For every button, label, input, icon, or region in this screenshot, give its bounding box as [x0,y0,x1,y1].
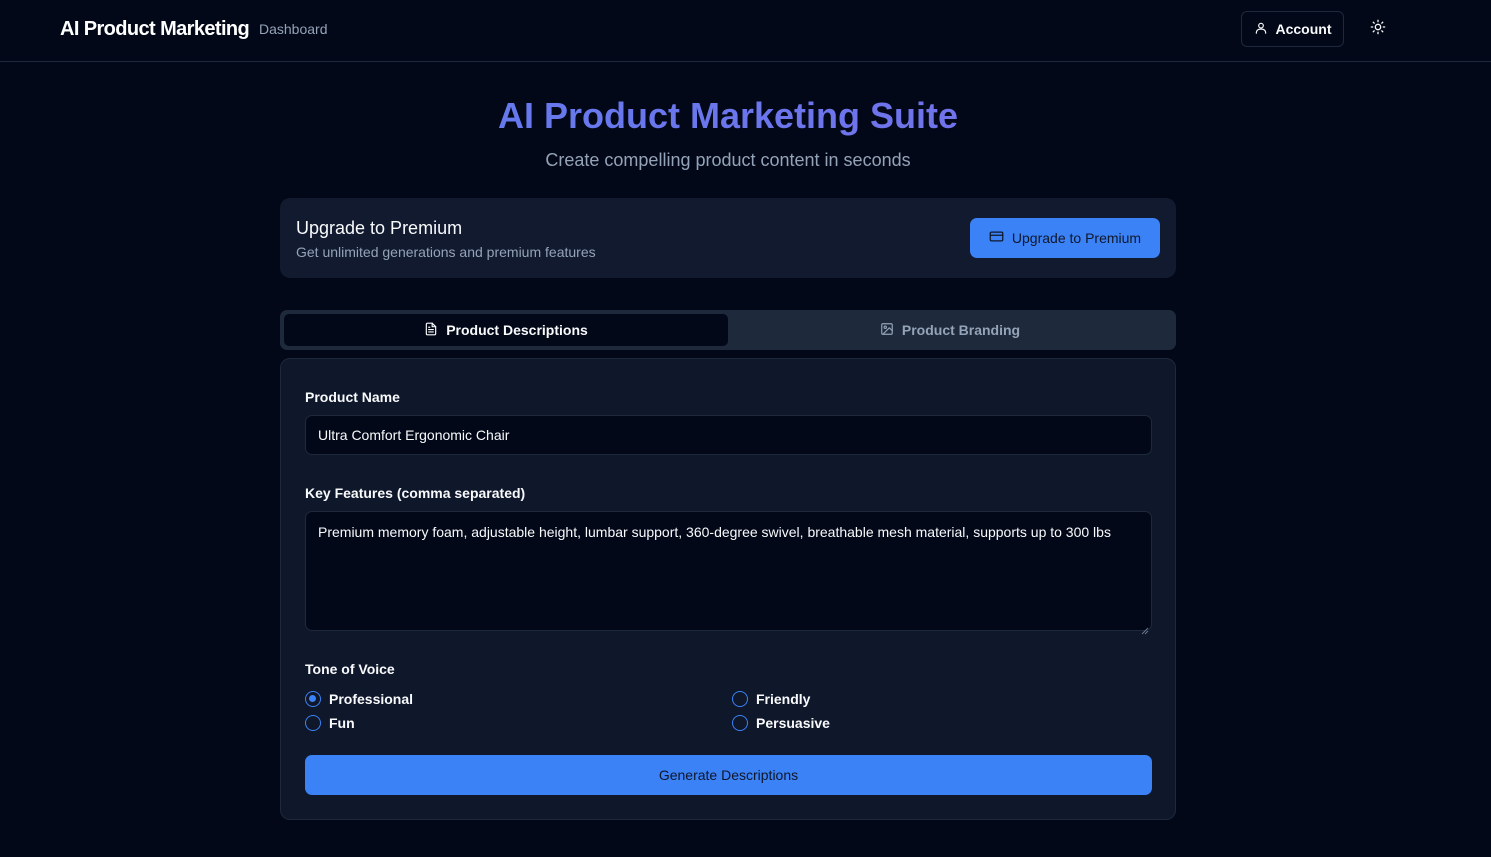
key-features-textarea[interactable]: Premium memory foam, adjustable height, … [305,511,1152,635]
radio-friendly[interactable]: Friendly [732,691,810,707]
top-navbar: AI Product Marketing Dashboard Account [0,0,1491,62]
key-features-value: Premium memory foam, adjustable height, … [318,524,1111,540]
radio-fun[interactable]: Fun [305,715,355,731]
premium-banner: Upgrade to Premium Get unlimited generat… [280,198,1176,278]
product-name-input[interactable]: Ultra Comfort Ergonomic Chair [305,415,1152,455]
sun-icon [1370,19,1386,40]
brand-title[interactable]: AI Product Marketing [60,18,250,41]
account-button[interactable]: Account [1241,11,1344,47]
radio-label: Friendly [756,691,811,707]
radio-unchecked-icon[interactable] [732,691,748,707]
generate-descriptions-button[interactable]: Generate Descriptions [305,755,1152,795]
file-text-icon [424,322,438,339]
tab-product-branding[interactable]: Product Branding [728,314,1172,346]
premium-description: Get unlimited generations and premium fe… [296,244,596,260]
upgrade-premium-button[interactable]: Upgrade to Premium [970,218,1160,258]
radio-label: Fun [329,715,355,731]
image-icon [880,322,894,339]
radio-checked-icon[interactable] [305,691,321,707]
radio-professional[interactable]: Professional [305,691,413,707]
page-title: AI Product Marketing Suite [0,95,1456,137]
theme-toggle-button[interactable] [1362,13,1394,45]
nav-link-dashboard[interactable]: Dashboard [259,21,328,37]
radio-unchecked-icon[interactable] [732,715,748,731]
tab-label: Product Branding [901,322,1021,338]
tone-of-voice-label: Tone of Voice [305,661,395,677]
tab-list: Product Descriptions Product Branding [280,310,1176,350]
credit-card-icon [989,229,1004,247]
page-subtitle: Create compelling product content in sec… [545,150,911,170]
key-features-label: Key Features (comma separated) [305,485,526,501]
description-form-card: Product Name Ultra Comfort Ergonomic Cha… [280,358,1176,820]
tab-product-descriptions[interactable]: Product Descriptions [284,314,728,346]
radio-persuasive[interactable]: Persuasive [732,715,830,731]
account-label: Account [1275,21,1332,37]
radio-unchecked-icon[interactable] [305,715,321,731]
premium-title: Upgrade to Premium [296,218,463,238]
tab-label: Product Descriptions [446,322,588,338]
upgrade-button-label: Upgrade to Premium [1011,230,1142,246]
resize-handle-icon[interactable] [1141,620,1149,635]
radio-label: Persuasive [756,715,830,731]
product-name-value: Ultra Comfort Ergonomic Chair [318,427,510,443]
product-name-label: Product Name [305,389,400,405]
radio-label: Professional [329,691,414,707]
user-icon [1254,21,1268,38]
